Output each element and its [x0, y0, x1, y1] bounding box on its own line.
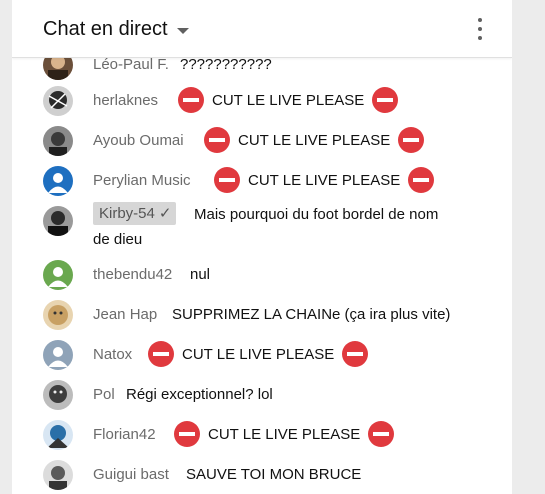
chat-text: ??????????? [180, 56, 272, 73]
no-entry-icon [408, 167, 435, 193]
no-entry-icon [372, 87, 399, 113]
chat-text: Mais pourquoi du foot bordel de nom [194, 206, 439, 223]
chat-author[interactable]: Guigui bast [93, 466, 169, 483]
no-entry-icon [368, 421, 395, 447]
chat-title: Chat en direct [43, 18, 168, 40]
no-entry-icon [398, 127, 425, 153]
chat-author[interactable]: thebendu42 [93, 266, 172, 283]
avatar[interactable] [43, 126, 73, 156]
chat-header: Chat en direct [12, 0, 512, 58]
live-chat-panel: Léo-Paul F. ??????????? herlaknes CUT LE… [12, 0, 512, 494]
caret-down-icon [176, 27, 189, 34]
more-options-icon[interactable] [476, 18, 484, 40]
chat-author[interactable]: Ayoub Oumai [93, 132, 184, 149]
chat-text-continued: de dieu [93, 231, 143, 248]
chat-author[interactable]: Perylian Music [93, 172, 191, 189]
avatar[interactable] [43, 86, 73, 116]
chat-text: Régi exceptionnel? lol [126, 386, 273, 403]
avatar[interactable] [43, 420, 73, 450]
chat-mode-selector[interactable]: Chat en direct [43, 18, 189, 41]
no-entry-icon [204, 127, 230, 153]
chat-text: SUPPRIMEZ LA CHAINe (ça ira plus vite) [172, 306, 451, 323]
no-entry-icon [178, 87, 204, 113]
chat-author[interactable]: Jean Hap [93, 306, 157, 323]
avatar[interactable] [43, 206, 73, 236]
chat-text-row: CUT LE LIVE PLEASE [204, 127, 425, 153]
avatar[interactable] [43, 166, 73, 196]
chat-text: nul [190, 266, 211, 283]
author-badge[interactable]: Kirby-54 ✓ [93, 202, 177, 225]
chat-text: SAUVE TOI MON BRUCE [186, 466, 362, 483]
chat-text-row: CUT LE LIVE PLEASE [214, 167, 435, 193]
no-entry-icon [342, 341, 369, 367]
chat-author[interactable]: Léo-Paul F. [93, 56, 169, 73]
chat-text: CUT LE LIVE PLEASE [208, 425, 361, 443]
avatar[interactable] [43, 380, 73, 410]
chat-author[interactable]: Florian42 [93, 426, 156, 443]
chat-text-row: CUT LE LIVE PLEASE [178, 87, 399, 113]
avatar[interactable] [43, 340, 73, 370]
avatar[interactable] [43, 460, 73, 490]
chat-author: Kirby-54 [99, 204, 155, 222]
chat-text: CUT LE LIVE PLEASE [248, 171, 401, 189]
chat-text: CUT LE LIVE PLEASE [238, 131, 391, 149]
check-icon: ✓ [158, 205, 172, 222]
no-entry-icon [174, 421, 200, 447]
chat-author[interactable]: Natox [93, 346, 132, 363]
chat-text-row: CUT LE LIVE PLEASE [148, 341, 369, 367]
chat-author[interactable]: herlaknes [93, 92, 158, 109]
no-entry-icon [148, 341, 174, 367]
chat-author[interactable]: Pol [93, 386, 115, 403]
no-entry-icon [214, 167, 240, 193]
avatar[interactable] [43, 260, 73, 290]
avatar[interactable] [43, 300, 73, 330]
chat-text: CUT LE LIVE PLEASE [212, 91, 365, 109]
chat-text-row: CUT LE LIVE PLEASE [174, 421, 395, 447]
chat-message: Kirby-54 ✓ Mais pourquoi du foot bordel … [12, 202, 482, 254]
chat-text: CUT LE LIVE PLEASE [182, 345, 335, 363]
